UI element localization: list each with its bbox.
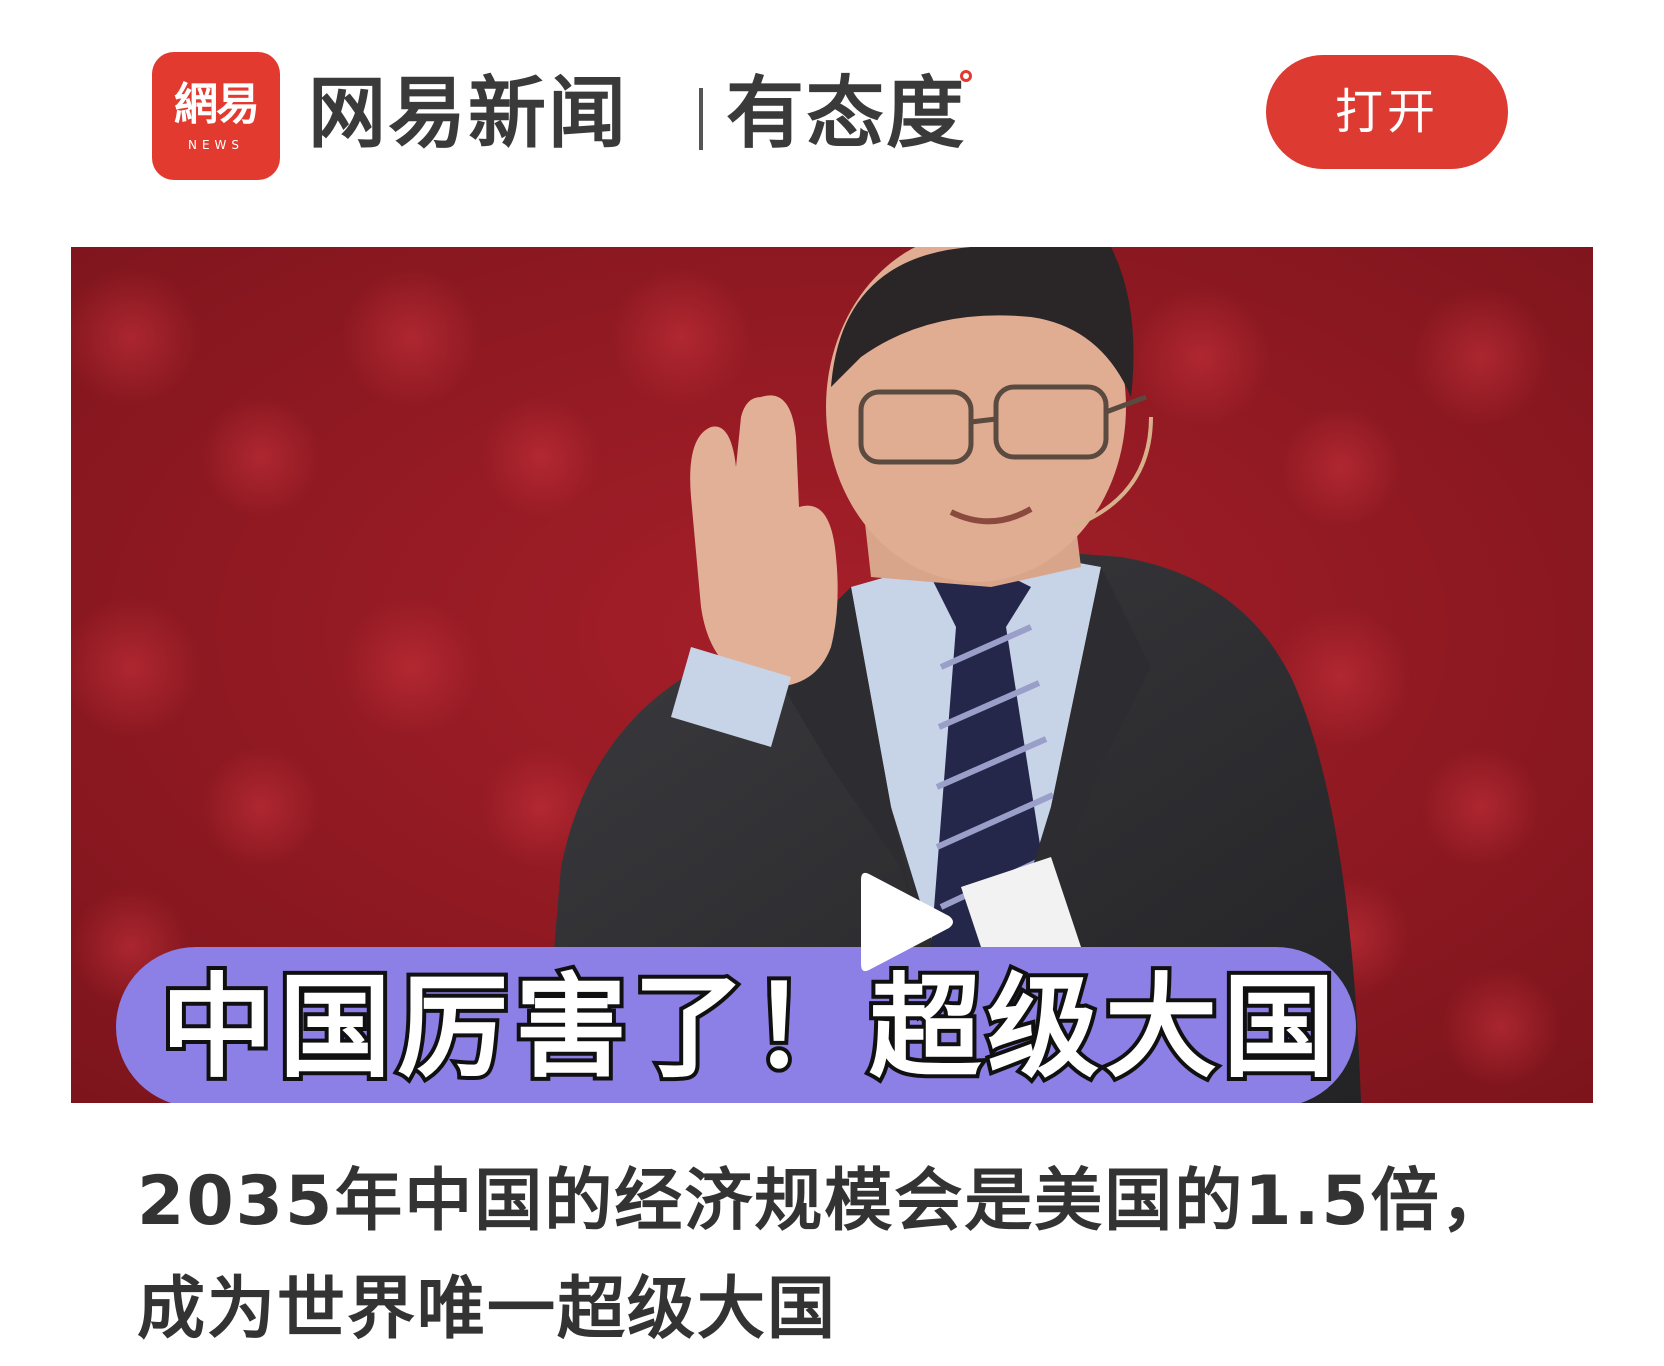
- brand-slogan: 有态度: [726, 69, 967, 159]
- play-icon[interactable]: [851, 862, 961, 982]
- brand-name: 网易新闻: [308, 69, 629, 159]
- video-subtitle: 中国厉害了！超级大国: [157, 959, 1341, 1097]
- brand-divider: [699, 88, 703, 150]
- netease-news-logo[interactable]: 網易 NEWS: [152, 52, 280, 180]
- app-header: 網易 NEWS 网易新闻 有态度 打开: [0, 0, 1664, 220]
- logo-subtext: NEWS: [187, 138, 245, 152]
- article-headline[interactable]: 2035年中国的经济规模会是美国的1.5倍，成为世界唯一超级大国: [137, 1148, 1537, 1364]
- video-player[interactable]: 中国厉害了！超级大国: [71, 247, 1593, 1103]
- logo-glyph: 網易: [174, 79, 260, 130]
- open-app-button[interactable]: 打开: [1266, 55, 1508, 169]
- slogan-dot-icon: [960, 70, 972, 82]
